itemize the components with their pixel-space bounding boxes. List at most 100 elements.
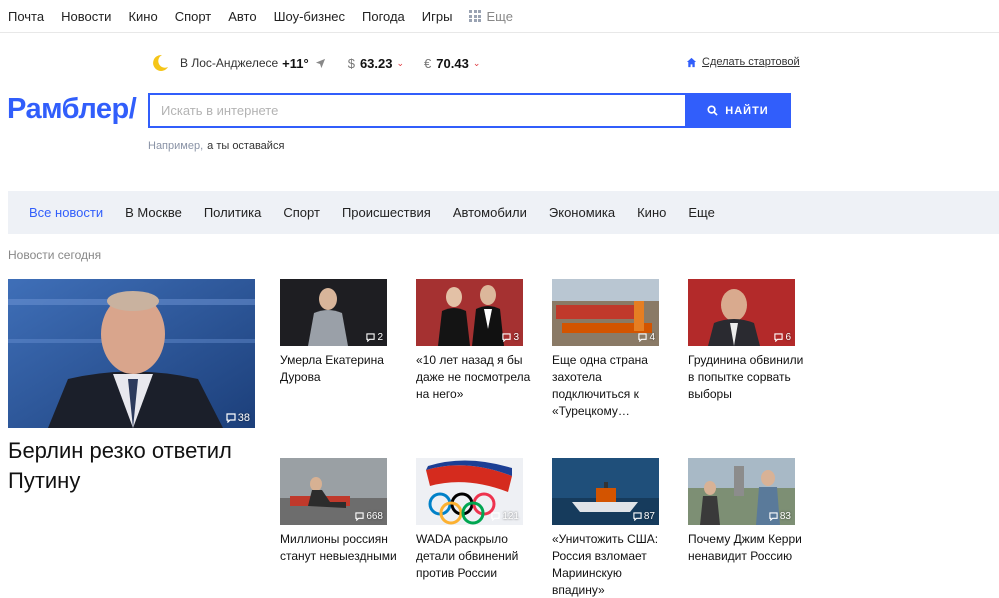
eur-down-icon: ⌄ bbox=[472, 57, 481, 68]
comment-count-value: 4 bbox=[649, 332, 655, 343]
weather-city[interactable]: В Лос-Анджелесе bbox=[180, 56, 278, 70]
comment-icon bbox=[355, 512, 364, 521]
featured-news-image[interactable]: 38 bbox=[8, 279, 255, 428]
make-start-page-label: Сделать стартовой bbox=[702, 56, 800, 68]
apps-grid-icon bbox=[469, 10, 482, 22]
news-thumb: 121 bbox=[416, 458, 523, 525]
tab-movies[interactable]: Кино bbox=[637, 205, 666, 220]
news-card[interactable]: 4 Еще одна страна захотела подключиться … bbox=[552, 279, 672, 420]
news-card[interactable]: 83 Почему Джим Керри ненавидит Россию bbox=[688, 458, 808, 565]
usd-sign: $ bbox=[347, 55, 355, 71]
search-example-query[interactable]: а ты оставайся bbox=[207, 140, 284, 152]
comment-icon bbox=[226, 413, 236, 423]
topnav-news[interactable]: Новости bbox=[61, 9, 111, 24]
news-title: «10 лет назад я бы даже не посмотрела на… bbox=[416, 353, 531, 401]
news-card[interactable]: 3 «10 лет назад я бы даже не посмотрела … bbox=[416, 279, 536, 403]
comment-icon bbox=[366, 333, 376, 342]
tab-all-news[interactable]: Все новости bbox=[29, 205, 103, 220]
tab-more[interactable]: Еще bbox=[688, 205, 714, 220]
moon-icon bbox=[153, 54, 168, 71]
topnav-more-label: Еще bbox=[486, 8, 513, 24]
comment-count: 668 bbox=[355, 511, 383, 522]
news-card[interactable]: 2 Умерла Екатерина Дурова bbox=[280, 279, 400, 386]
eur-sign: € bbox=[424, 55, 432, 71]
section-title: Новости сегодня bbox=[8, 248, 102, 262]
comment-icon bbox=[491, 512, 500, 521]
search-button[interactable]: НАЙТИ bbox=[685, 93, 791, 128]
comment-count-value: 3 bbox=[513, 332, 519, 343]
comment-icon bbox=[774, 333, 784, 342]
news-card[interactable]: 6 Грудинина обвинили в попытке сорвать в… bbox=[688, 279, 808, 403]
comment-count: 83 bbox=[769, 511, 791, 522]
top-nav: Почта Новости Кино Спорт Авто Шоу-бизнес… bbox=[0, 0, 999, 33]
featured-news-title[interactable]: Берлин резко ответил Путину bbox=[8, 436, 268, 496]
rambler-logo[interactable]: Рамблер/ bbox=[7, 93, 137, 126]
featured-photo bbox=[8, 279, 255, 428]
topnav-showbiz[interactable]: Шоу-бизнес bbox=[274, 9, 345, 24]
comment-count: 4 bbox=[638, 332, 655, 343]
news-nav: Все новости В Москве Политика Спорт Прои… bbox=[8, 191, 999, 234]
comment-count: 6 bbox=[774, 332, 791, 343]
news-thumb: 2 bbox=[280, 279, 387, 346]
comment-count: 121 bbox=[491, 511, 519, 522]
news-title: Грудинина обвинили в попытке сорвать выб… bbox=[688, 353, 804, 401]
usd-rate[interactable]: 63.23 bbox=[360, 56, 393, 71]
topnav-more[interactable]: Еще bbox=[469, 8, 513, 24]
news-thumb: 83 bbox=[688, 458, 795, 525]
comment-count: 38 bbox=[226, 412, 250, 424]
home-icon bbox=[686, 57, 697, 67]
comment-icon bbox=[633, 512, 642, 521]
tab-incidents[interactable]: Происшествия bbox=[342, 205, 431, 220]
info-bar: В Лос-Анджелесе +11° $ 63.23 ⌄ € 70.43 ⌄ bbox=[150, 53, 500, 73]
news-card[interactable]: 87 «Уничтожить США: Россия взломает Мари… bbox=[552, 458, 672, 598]
search-input[interactable] bbox=[148, 93, 685, 128]
comment-icon bbox=[638, 333, 648, 342]
comment-count-value: 2 bbox=[377, 332, 383, 343]
news-title: «Уничтожить США: Россия взломает Мариинс… bbox=[552, 532, 659, 597]
weather-temp[interactable]: +11° bbox=[282, 56, 309, 71]
search-example-label: Например, bbox=[148, 140, 204, 152]
search-form: НАЙТИ bbox=[148, 93, 791, 128]
comment-count: 2 bbox=[366, 332, 383, 343]
tab-cars[interactable]: Автомобили bbox=[453, 205, 527, 220]
search-button-label: НАЙТИ bbox=[725, 104, 769, 117]
search-icon bbox=[707, 105, 718, 116]
tab-politics[interactable]: Политика bbox=[204, 205, 262, 220]
tab-sport[interactable]: Спорт bbox=[283, 205, 320, 220]
news-card[interactable]: 121 WADA раскрыло детали обвинений проти… bbox=[416, 458, 536, 582]
topnav-weather[interactable]: Погода bbox=[362, 9, 405, 24]
comment-count-value: 6 bbox=[785, 332, 791, 343]
search-example: Например, а ты оставайся bbox=[148, 140, 284, 152]
news-thumb: 6 bbox=[688, 279, 795, 346]
news-thumb: 668 bbox=[280, 458, 387, 525]
news-thumb: 87 bbox=[552, 458, 659, 525]
make-start-page-link[interactable]: Сделать стартовой bbox=[686, 56, 800, 68]
eur-rate[interactable]: 70.43 bbox=[436, 56, 469, 71]
comment-icon bbox=[769, 512, 778, 521]
topnav-auto[interactable]: Авто bbox=[228, 9, 256, 24]
comment-count: 3 bbox=[502, 332, 519, 343]
topnav-movies[interactable]: Кино bbox=[128, 9, 157, 24]
comment-count-value: 87 bbox=[643, 511, 655, 522]
tab-moscow[interactable]: В Москве bbox=[125, 205, 182, 220]
news-card[interactable]: 668 Миллионы россиян станут невыездными bbox=[280, 458, 400, 565]
comment-count-value: 121 bbox=[502, 511, 519, 522]
comment-count-value: 83 bbox=[779, 511, 791, 522]
usd-down-icon: ⌄ bbox=[396, 57, 405, 68]
news-thumb: 4 bbox=[552, 279, 659, 346]
comment-count-value: 668 bbox=[366, 511, 383, 522]
topnav-games[interactable]: Игры bbox=[422, 9, 453, 24]
topnav-sport[interactable]: Спорт bbox=[175, 9, 212, 24]
news-title: Миллионы россиян станут невыездными bbox=[280, 532, 397, 563]
comment-icon bbox=[502, 333, 512, 342]
news-title: Еще одна страна захотела подключиться к … bbox=[552, 353, 648, 418]
news-title: WADA раскрыло детали обвинений против Ро… bbox=[416, 532, 519, 580]
tab-economy[interactable]: Экономика bbox=[549, 205, 615, 220]
location-arrow-icon[interactable] bbox=[315, 58, 326, 69]
news-title: Почему Джим Керри ненавидит Россию bbox=[688, 532, 802, 563]
news-thumb: 3 bbox=[416, 279, 523, 346]
comment-count-value: 38 bbox=[237, 412, 250, 424]
topnav-mail[interactable]: Почта bbox=[8, 9, 44, 24]
comment-count: 87 bbox=[633, 511, 655, 522]
news-title: Умерла Екатерина Дурова bbox=[280, 353, 384, 384]
